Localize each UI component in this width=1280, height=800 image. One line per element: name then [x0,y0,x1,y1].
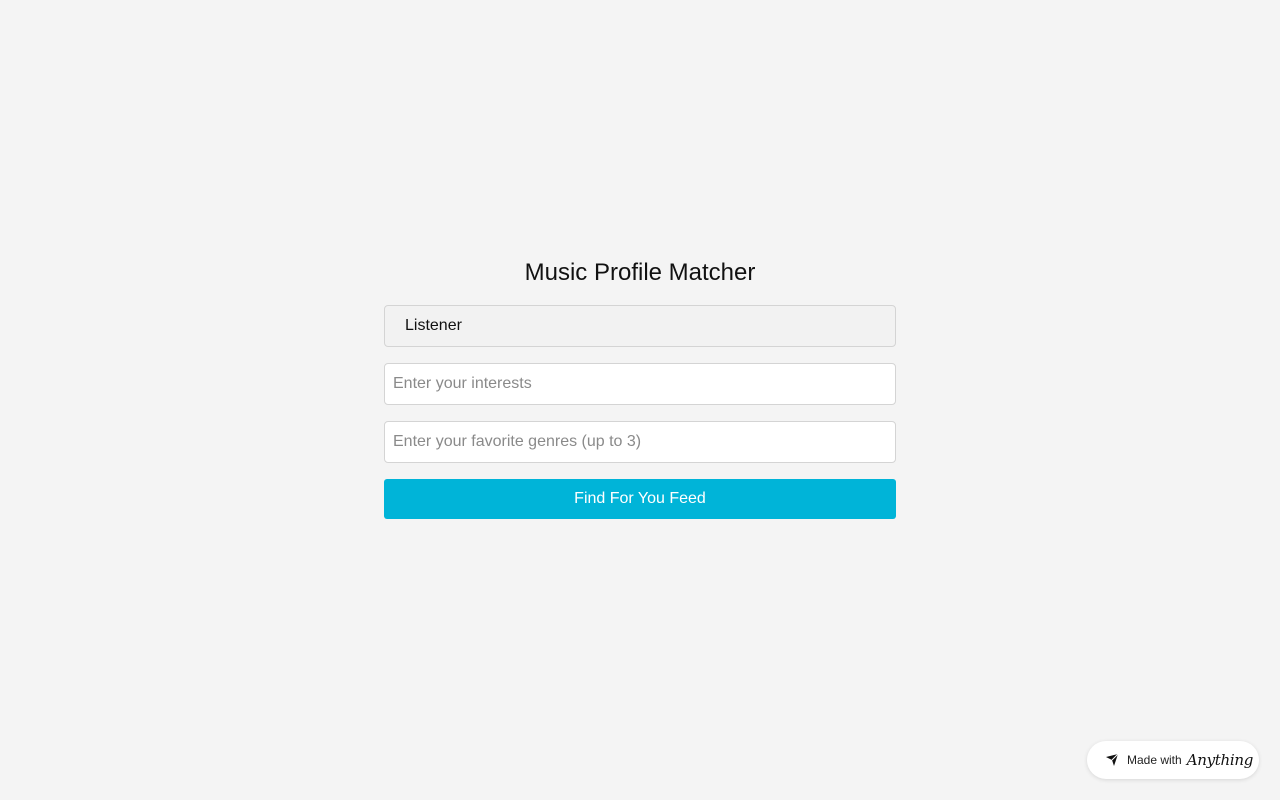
anything-logo-icon [1105,753,1119,767]
badge-brand: Anything [1186,751,1254,769]
genres-input[interactable] [384,421,896,463]
page-title: Music Profile Matcher [524,259,756,286]
role-select-value: Listener [405,317,462,334]
role-select[interactable]: Listener [384,305,896,347]
made-with-badge[interactable]: Made with Anything [1087,741,1259,779]
badge-prefix: Made with [1127,753,1182,767]
interests-input[interactable] [384,363,896,405]
profile-form: Music Profile Matcher Listener Find For … [384,256,896,519]
find-feed-button[interactable]: Find For You Feed [384,479,896,519]
page: Music Profile Matcher Listener Find For … [0,0,1280,800]
